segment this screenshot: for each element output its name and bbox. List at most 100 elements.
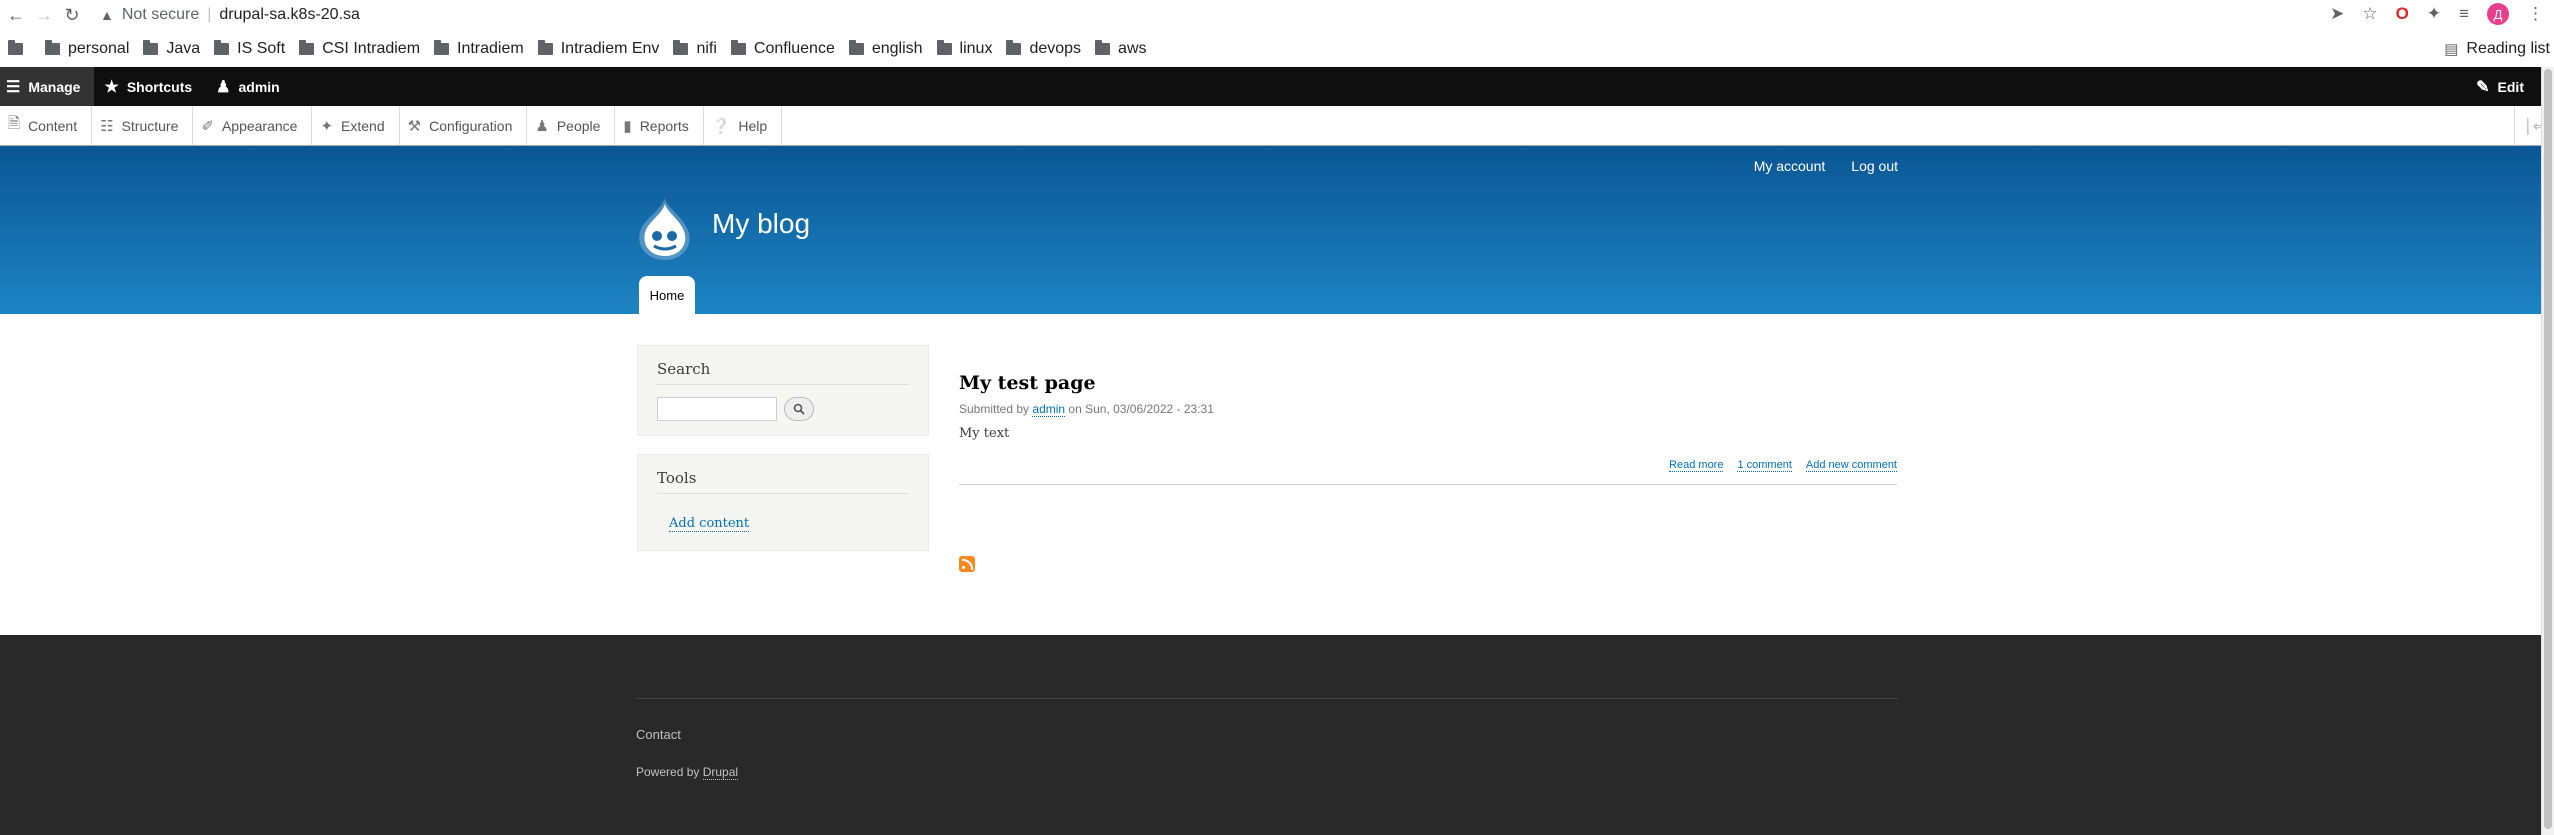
back-icon[interactable]: ← bbox=[2, 2, 30, 30]
drupal-link[interactable]: Drupal bbox=[702, 765, 739, 780]
add-comment-link[interactable]: Add new comment bbox=[1805, 459, 1897, 472]
tray-item-appearance[interactable]: ✐ Appearance bbox=[193, 106, 313, 145]
log-out-link[interactable]: Log out bbox=[1851, 158, 1898, 174]
node-teaser: My test page Submitted by admin on Sun, … bbox=[959, 372, 1897, 485]
tray-item-extend[interactable]: ✦ Extend bbox=[312, 106, 400, 145]
puzzle-icon[interactable]: ✦ bbox=[2427, 4, 2441, 24]
read-more-link[interactable]: Read more bbox=[1669, 459, 1724, 472]
folder-icon bbox=[1006, 40, 1022, 55]
manage-tab[interactable]: ☰ Manage bbox=[0, 67, 95, 106]
page-icon: 🗎 bbox=[8, 115, 21, 132]
bookmark-label: linux bbox=[959, 40, 993, 57]
admin-toolbar: ☰ Manage ★ Shortcuts ♟ admin ✎ Edit bbox=[0, 67, 2554, 106]
send-icon[interactable]: ➤ bbox=[2330, 4, 2344, 24]
bookmark-nifi[interactable]: nifi bbox=[673, 40, 717, 58]
bookmark-csi-intradiem[interactable]: CSI Intradiem bbox=[299, 40, 420, 58]
home-tab[interactable]: Home bbox=[639, 276, 695, 314]
wrench-icon: ⚒ bbox=[407, 117, 422, 135]
submitted-info: Submitted by admin on Sun, 03/06/2022 - … bbox=[959, 402, 1897, 417]
author-link[interactable]: admin bbox=[1032, 402, 1066, 417]
bookmark-devops[interactable]: devops bbox=[1006, 40, 1081, 58]
bookmark-apps-folder[interactable] bbox=[8, 40, 31, 55]
hamburger-icon: ☰ bbox=[6, 78, 21, 96]
bookmark-label: aws bbox=[1118, 40, 1147, 57]
node-title[interactable]: My test page bbox=[959, 372, 1897, 394]
edit-button[interactable]: ✎ Edit bbox=[2476, 67, 2524, 106]
folder-icon bbox=[45, 40, 60, 55]
bookmark-is-soft[interactable]: IS Soft bbox=[214, 40, 285, 58]
reading-list-icon: ▤ bbox=[2444, 41, 2459, 58]
scrollbar-thumb[interactable] bbox=[2544, 69, 2552, 829]
tray-label: Help bbox=[738, 117, 768, 134]
site-header: My account Log out My blog Home bbox=[0, 146, 2541, 314]
edit-label: Edit bbox=[2497, 78, 2524, 95]
star-icon[interactable]: ☆ bbox=[2362, 4, 2377, 24]
contact-link[interactable]: Contact bbox=[636, 727, 681, 742]
media-icon[interactable]: ≡ bbox=[2459, 4, 2469, 24]
browser-actions: ➤ ☆ O ✦ ≡ Д ⋮ bbox=[2330, 3, 2544, 25]
bookmark-label: Java bbox=[166, 40, 201, 57]
bookmark-label: personal bbox=[68, 40, 130, 57]
user-icon: ♟ bbox=[216, 78, 231, 96]
security-label: Not secure bbox=[121, 6, 200, 23]
bookmark-confluence[interactable]: Confluence bbox=[730, 40, 835, 58]
avatar[interactable]: Д bbox=[2487, 3, 2509, 25]
opera-extension-icon[interactable]: O bbox=[2396, 4, 2409, 24]
sidebar: Search Tools Add content bbox=[637, 345, 929, 569]
folder-icon bbox=[673, 40, 689, 55]
bookmark-java[interactable]: Java bbox=[143, 40, 200, 58]
folder-icon bbox=[143, 40, 159, 55]
add-content-link[interactable]: Add content bbox=[669, 516, 750, 532]
address-bar[interactable]: ▲ Not secure | drupal-sa.k8s-20.sa bbox=[100, 3, 2300, 27]
tray-item-configuration[interactable]: ⚒ Configuration bbox=[400, 106, 528, 145]
comment-count-link[interactable]: 1 comment bbox=[1737, 459, 1792, 472]
forward-icon[interactable]: → bbox=[30, 2, 58, 30]
tray-label: Content bbox=[28, 117, 78, 134]
browser-toolbar: ← → ↻ ▲ Not secure | drupal-sa.k8s-20.sa… bbox=[0, 0, 2554, 31]
submitted-date: on Sun, 03/06/2022 - 23:31 bbox=[1068, 402, 1214, 416]
tray-label: Appearance bbox=[221, 117, 298, 134]
bookmark-aws[interactable]: aws bbox=[1095, 40, 1147, 58]
tray-item-people[interactable]: ♟ People bbox=[527, 106, 616, 145]
bookmarks-bar: personal Java IS Soft CSI Intradiem Intr… bbox=[0, 31, 2554, 67]
user-tab[interactable]: ♟ admin bbox=[206, 67, 294, 106]
url-text[interactable]: drupal-sa.k8s-20.sa bbox=[219, 6, 360, 24]
separator: | bbox=[207, 6, 212, 23]
bookmark-linux[interactable]: linux bbox=[936, 40, 993, 58]
drupal-logo[interactable] bbox=[634, 196, 696, 264]
folder-icon bbox=[299, 40, 315, 55]
tray-label: People bbox=[556, 117, 601, 134]
powered-prefix: Powered by bbox=[636, 765, 700, 779]
bookmark-label: Confluence bbox=[753, 40, 835, 57]
menu-icon[interactable]: ⋮ bbox=[2527, 4, 2544, 24]
bookmark-intradiem-env[interactable]: Intradiem Env bbox=[537, 40, 659, 58]
search-button[interactable] bbox=[784, 397, 814, 421]
folder-icon bbox=[214, 40, 230, 55]
star-icon: ★ bbox=[104, 78, 119, 96]
divider bbox=[959, 484, 1897, 485]
user-label: admin bbox=[238, 78, 280, 95]
shortcuts-tab[interactable]: ★ Shortcuts bbox=[94, 67, 206, 106]
tray-item-structure[interactable]: ☷ Structure bbox=[92, 106, 194, 145]
tray-item-reports[interactable]: ▮ Reports bbox=[615, 106, 704, 145]
search-form bbox=[657, 397, 909, 421]
folder-icon bbox=[848, 40, 864, 55]
site-name[interactable]: My blog bbox=[712, 208, 810, 240]
bookmark-personal[interactable]: personal bbox=[45, 40, 129, 58]
tray-label: Extend bbox=[341, 117, 385, 134]
powered-by: Powered by Drupal bbox=[636, 765, 739, 780]
tray-item-help[interactable]: ❔ Help bbox=[704, 106, 783, 145]
page-scrollbar[interactable] bbox=[2541, 67, 2554, 835]
reload-icon[interactable]: ↻ bbox=[58, 2, 86, 30]
folder-icon bbox=[537, 40, 553, 55]
node-body: My text bbox=[959, 426, 1010, 441]
folder-icon bbox=[936, 40, 952, 55]
reading-list-button[interactable]: ▤ Reading list bbox=[2444, 31, 2550, 67]
my-account-link[interactable]: My account bbox=[1754, 158, 1826, 174]
search-input[interactable] bbox=[657, 397, 777, 421]
folder-icon bbox=[434, 40, 450, 55]
tray-item-content[interactable]: 🗎 Content bbox=[0, 106, 93, 145]
bookmark-english[interactable]: english bbox=[848, 40, 923, 58]
rss-feed-icon[interactable] bbox=[959, 556, 975, 572]
bookmark-intradiem[interactable]: Intradiem bbox=[434, 40, 524, 58]
